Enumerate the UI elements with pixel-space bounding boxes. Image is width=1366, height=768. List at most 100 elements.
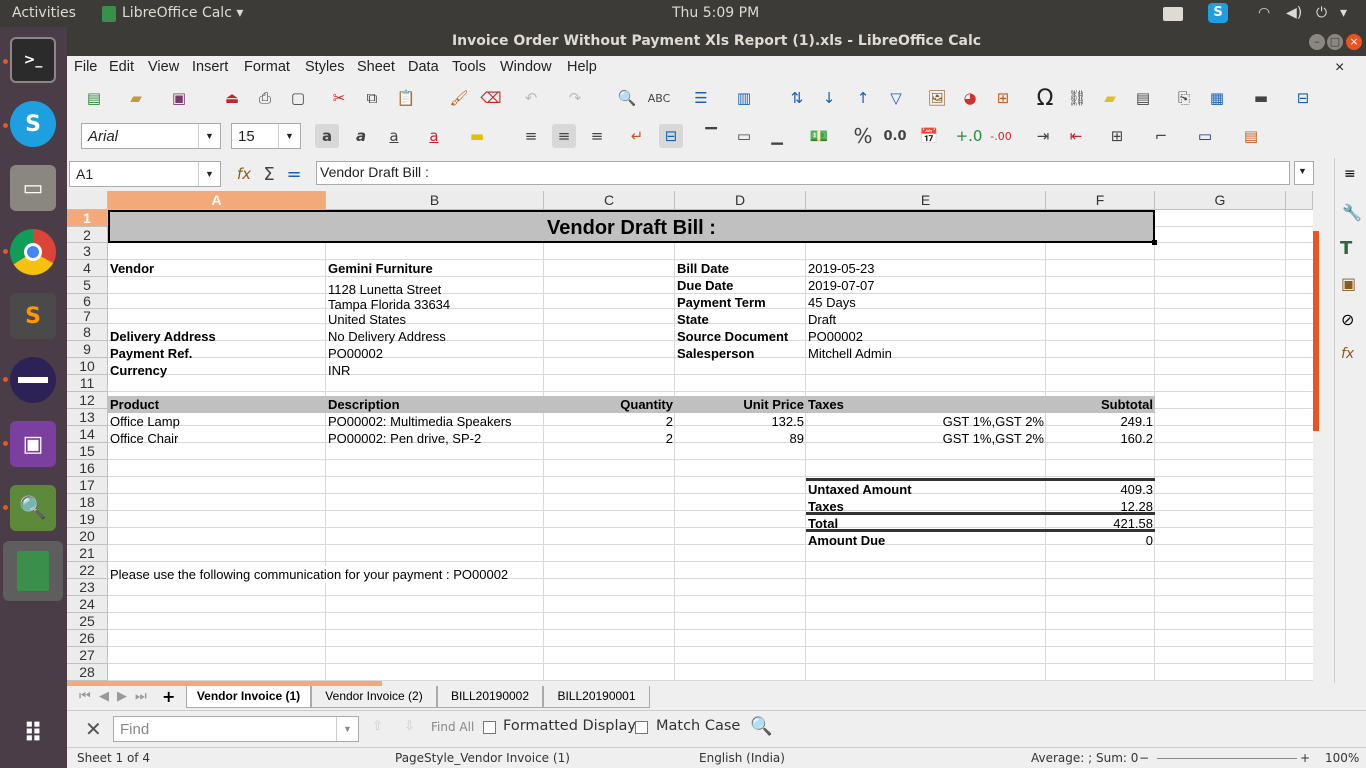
screen-recorder-icon[interactable]: ▣ — [10, 421, 56, 467]
row-header-23[interactable]: 23 — [67, 579, 108, 596]
column-header-c[interactable]: C — [544, 191, 675, 210]
tab-bill20190002[interactable]: BILL20190002 — [437, 686, 543, 708]
zoom-in-icon[interactable]: + — [1300, 751, 1310, 765]
navigator-icon[interactable]: ⊘ — [1341, 310, 1354, 329]
percent-format-icon[interactable]: % — [851, 124, 875, 148]
row-header-7[interactable]: 7 — [67, 309, 108, 324]
functions-icon[interactable]: fx — [1341, 346, 1354, 362]
zoom-level[interactable]: 100% — [1325, 751, 1359, 765]
select-all-corner[interactable] — [67, 191, 108, 210]
function-wizard-icon[interactable]: fx — [232, 162, 256, 186]
delete-decimal-icon[interactable]: -.00 — [989, 124, 1013, 148]
row-header-11[interactable]: 11 — [67, 375, 108, 392]
show-draw-functions-icon[interactable]: ⊟ — [1291, 86, 1315, 110]
number-format-icon[interactable]: 0.0 — [883, 124, 907, 148]
spreadsheet-grid[interactable]: A B C D E F G 1 2 3 4 5 6 7 8 9 10 11 12 13 14 15 16 17 1… — [67, 191, 1313, 681]
spelling-icon[interactable]: ABC — [647, 86, 671, 110]
freeze-rows-icon[interactable]: ▦ — [1205, 86, 1229, 110]
column-icon[interactable]: ▥ — [732, 86, 756, 110]
save-icon[interactable]: ▣ — [167, 86, 191, 110]
paste-icon[interactable]: 📋 — [394, 86, 418, 110]
align-center-icon[interactable]: ≡ — [552, 124, 576, 148]
insert-image-icon[interactable]: 🖼 — [925, 86, 949, 110]
row-header-19[interactable]: 19 — [67, 511, 108, 528]
last-sheet-icon[interactable]: ⏭ — [135, 689, 147, 704]
menu-styles[interactable]: Styles — [305, 59, 345, 75]
add-sheet-icon[interactable]: + — [162, 687, 175, 706]
column-header-g[interactable]: G — [1155, 191, 1286, 210]
vertical-scrollbar[interactable] — [1313, 191, 1319, 681]
column-header-a[interactable]: A — [108, 191, 326, 210]
menu-insert[interactable]: Insert — [192, 59, 228, 75]
sort-icon[interactable]: ⇅ — [785, 86, 809, 110]
document-viewer-icon[interactable]: 🔍 — [10, 485, 56, 531]
menu-sheet[interactable]: Sheet — [357, 59, 395, 75]
volume-icon[interactable]: ◀) — [1286, 5, 1302, 21]
clear-formatting-icon[interactable]: ⌫ — [479, 86, 503, 110]
wifi-icon[interactable]: ◠ — [1258, 5, 1270, 21]
open-icon[interactable]: ▰ — [124, 86, 148, 110]
insert-chart-icon[interactable]: ◕ — [958, 86, 982, 110]
properties-icon[interactable]: 🔧 — [1342, 203, 1362, 222]
close-icon[interactable]: × — [1346, 34, 1362, 50]
sidebar-menu-icon[interactable]: ≡ — [1344, 166, 1356, 182]
find-next-icon[interactable]: ⇩ — [404, 719, 415, 734]
row-header-4[interactable]: 4 — [67, 260, 108, 277]
tab-vendor-invoice-1[interactable]: Vendor Invoice (1) — [186, 686, 311, 708]
skype-tray-icon[interactable]: S — [1208, 3, 1228, 23]
headers-footers-icon[interactable]: ▤ — [1131, 86, 1155, 110]
row-header-8[interactable]: 8 — [67, 324, 108, 341]
match-case-checkbox[interactable] — [635, 721, 648, 734]
eclipse-icon[interactable] — [10, 357, 56, 403]
prev-sheet-icon[interactable]: ◀ — [99, 689, 109, 704]
first-sheet-icon[interactable]: ⏮ — [79, 689, 91, 704]
menu-edit[interactable]: Edit — [109, 59, 134, 75]
column-header-f[interactable]: F — [1046, 191, 1155, 210]
underline-icon[interactable]: a — [382, 124, 406, 148]
highlight-icon[interactable]: ▬ — [465, 124, 489, 148]
menu-tools[interactable]: Tools — [452, 59, 486, 75]
files-icon[interactable]: ▭ — [10, 165, 56, 211]
copy-icon[interactable]: ⧉ — [360, 86, 384, 110]
language-status[interactable]: English (India) — [699, 751, 785, 765]
expand-formula-icon[interactable]: ▼ — [1294, 161, 1314, 185]
close-document-icon[interactable]: × — [1335, 59, 1344, 77]
formula-icon[interactable]: = — [282, 162, 306, 186]
tab-bill20190001[interactable]: BILL20190001 — [543, 686, 650, 708]
column-header-e[interactable]: E — [806, 191, 1046, 210]
currency-format-icon[interactable]: 💵 — [807, 124, 831, 148]
row-header-3[interactable]: 3 — [67, 243, 108, 260]
clock[interactable]: Thu 5:09 PM — [672, 5, 759, 21]
minimize-icon[interactable]: – — [1309, 34, 1325, 50]
print-icon[interactable]: ⎙ — [253, 86, 277, 110]
find-previous-icon[interactable]: ⇧ — [372, 719, 383, 734]
align-top-icon[interactable]: ▔ — [699, 124, 723, 148]
new-icon[interactable]: ▤ — [82, 86, 106, 110]
row-header-22[interactable]: 22 — [67, 562, 108, 579]
menu-file[interactable]: File — [74, 59, 97, 75]
row-header-13[interactable]: 13 — [67, 409, 108, 426]
border-style-icon[interactable]: ⌐ — [1149, 124, 1173, 148]
redo-icon[interactable]: ↷ — [563, 86, 587, 110]
close-find-icon[interactable]: ✕ — [85, 717, 102, 741]
print-preview-icon[interactable]: ▢ — [286, 86, 310, 110]
zoom-out-icon[interactable]: − — [1139, 751, 1149, 765]
power-icon[interactable]: ⏻ — [1316, 5, 1327, 21]
merge-center-icon[interactable]: ⊟ — [659, 124, 683, 148]
chrome-icon[interactable] — [10, 229, 56, 275]
font-color-icon[interactable]: a — [422, 124, 446, 148]
menu-format[interactable]: Format — [244, 59, 290, 75]
row-header-15[interactable]: 15 — [67, 443, 108, 460]
styles-icon[interactable]: T — [1340, 238, 1352, 259]
title-cell[interactable]: Vendor Draft Bill : — [108, 210, 1155, 243]
find-replace-icon[interactable]: 🔍 — [615, 86, 639, 110]
split-window-icon[interactable]: ▬ — [1249, 86, 1273, 110]
next-sheet-icon[interactable]: ▶ — [117, 689, 127, 704]
row-header-17[interactable]: 17 — [67, 477, 108, 494]
row-header-27[interactable]: 27 — [67, 647, 108, 664]
borders-icon[interactable]: ⊞ — [1105, 124, 1129, 148]
find-all-button[interactable]: Find All — [431, 720, 474, 734]
menu-data[interactable]: Data — [408, 59, 439, 75]
column-header-d[interactable]: D — [675, 191, 806, 210]
name-box[interactable]: A1 ▼ — [69, 161, 221, 187]
